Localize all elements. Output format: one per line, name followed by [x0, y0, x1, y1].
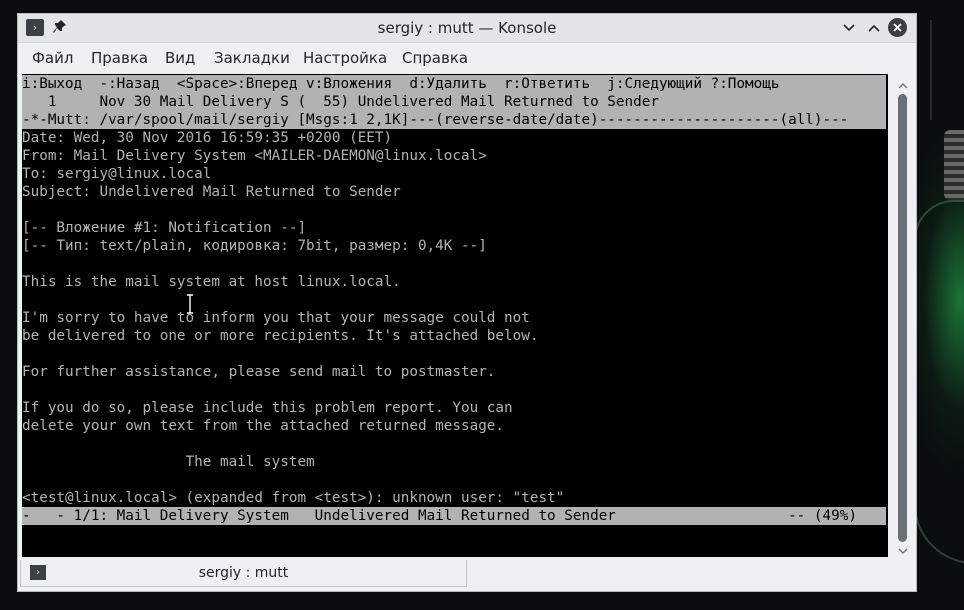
message-line: For further assistance, please send mail…	[22, 364, 496, 380]
scrollbar-track[interactable]	[898, 94, 907, 542]
menu-edit[interactable]: Правка	[91, 43, 148, 74]
window-title: sergiy : mutt — Konsole	[377, 19, 557, 37]
menu-settings[interactable]: Настройка	[303, 43, 387, 74]
text-cursor-icon	[187, 294, 193, 314]
maximize-button[interactable]	[865, 19, 883, 37]
tab-bar: › sergiy : mutt	[18, 559, 916, 590]
message-header-from: From: Mail Delivery System <MAILER-DAEMO…	[22, 148, 487, 164]
wallpaper-lightbulb	[914, 200, 964, 564]
terminal-scrollbar[interactable]	[894, 78, 912, 559]
minimize-button[interactable]	[840, 19, 858, 37]
menu-file[interactable]: Файл	[32, 43, 73, 74]
mutt-index-entry[interactable]: 1 Nov 30 Mail Delivery S ( 55) Undeliver…	[22, 93, 886, 111]
mutt-help-bar: i:Выход -:Назад <Space>:Вперед v:Вложени…	[22, 75, 886, 93]
scroll-up-icon[interactable]	[897, 80, 909, 92]
tab-sergiy-mutt[interactable]: › sergiy : mutt	[20, 560, 467, 587]
window-titlebar[interactable]: › sergiy : mutt — Konsole	[18, 14, 916, 43]
wallpaper-lightbulb-base	[944, 130, 964, 200]
message-line: delete your own text from the attached r…	[22, 418, 505, 434]
konsole-window: › sergiy : mutt — Konsole Файл Правка Ви…	[17, 13, 917, 592]
message-header-subject: Subject: Undelivered Mail Returned to Se…	[22, 184, 401, 200]
message-line: be delivered to one or more recipients. …	[22, 328, 539, 344]
message-line: This is the mail system at host linux.lo…	[22, 274, 401, 290]
terminal-area[interactable]: i:Выход -:Назад <Space>:Вперед v:Вложени…	[22, 74, 888, 557]
message-line: <test@linux.local> (expanded from <test>…	[22, 490, 565, 506]
wallpaper-decoration	[930, 20, 964, 120]
attachment-marker: [-- Вложение #1: Notification --]	[22, 220, 307, 236]
mutt-pager-status-bar: - - 1/1: Mail Delivery System Undelivere…	[22, 507, 886, 525]
message-line: I'm sorry to have to inform you that you…	[22, 310, 530, 326]
message-header-date: Date: Wed, 30 Nov 2016 16:59:35 +0200 (E…	[22, 130, 393, 146]
message-signature: The mail system	[22, 454, 315, 470]
scrollbar-thumb[interactable]	[898, 94, 907, 542]
menu-bookmarks[interactable]: Закладки	[214, 43, 290, 74]
message-line: If you do so, please include this proble…	[22, 400, 513, 416]
menu-help[interactable]: Справка	[402, 43, 468, 74]
menu-view[interactable]: Вид	[165, 43, 195, 74]
close-button[interactable]	[888, 18, 907, 37]
tab-label: sergiy : mutt	[198, 565, 289, 581]
message-header-to: To: sergiy@linux.local	[22, 166, 212, 182]
menu-bar: Файл Правка Вид Закладки Настройка Справ…	[18, 43, 916, 74]
scroll-down-icon[interactable]	[897, 545, 909, 557]
attachment-info: [-- Тип: text/plain, кодировка: 7bit, ра…	[22, 238, 487, 254]
mutt-index-status-bar: -*-Mutt: /var/spool/mail/sergiy [Msgs:1 …	[22, 111, 886, 129]
